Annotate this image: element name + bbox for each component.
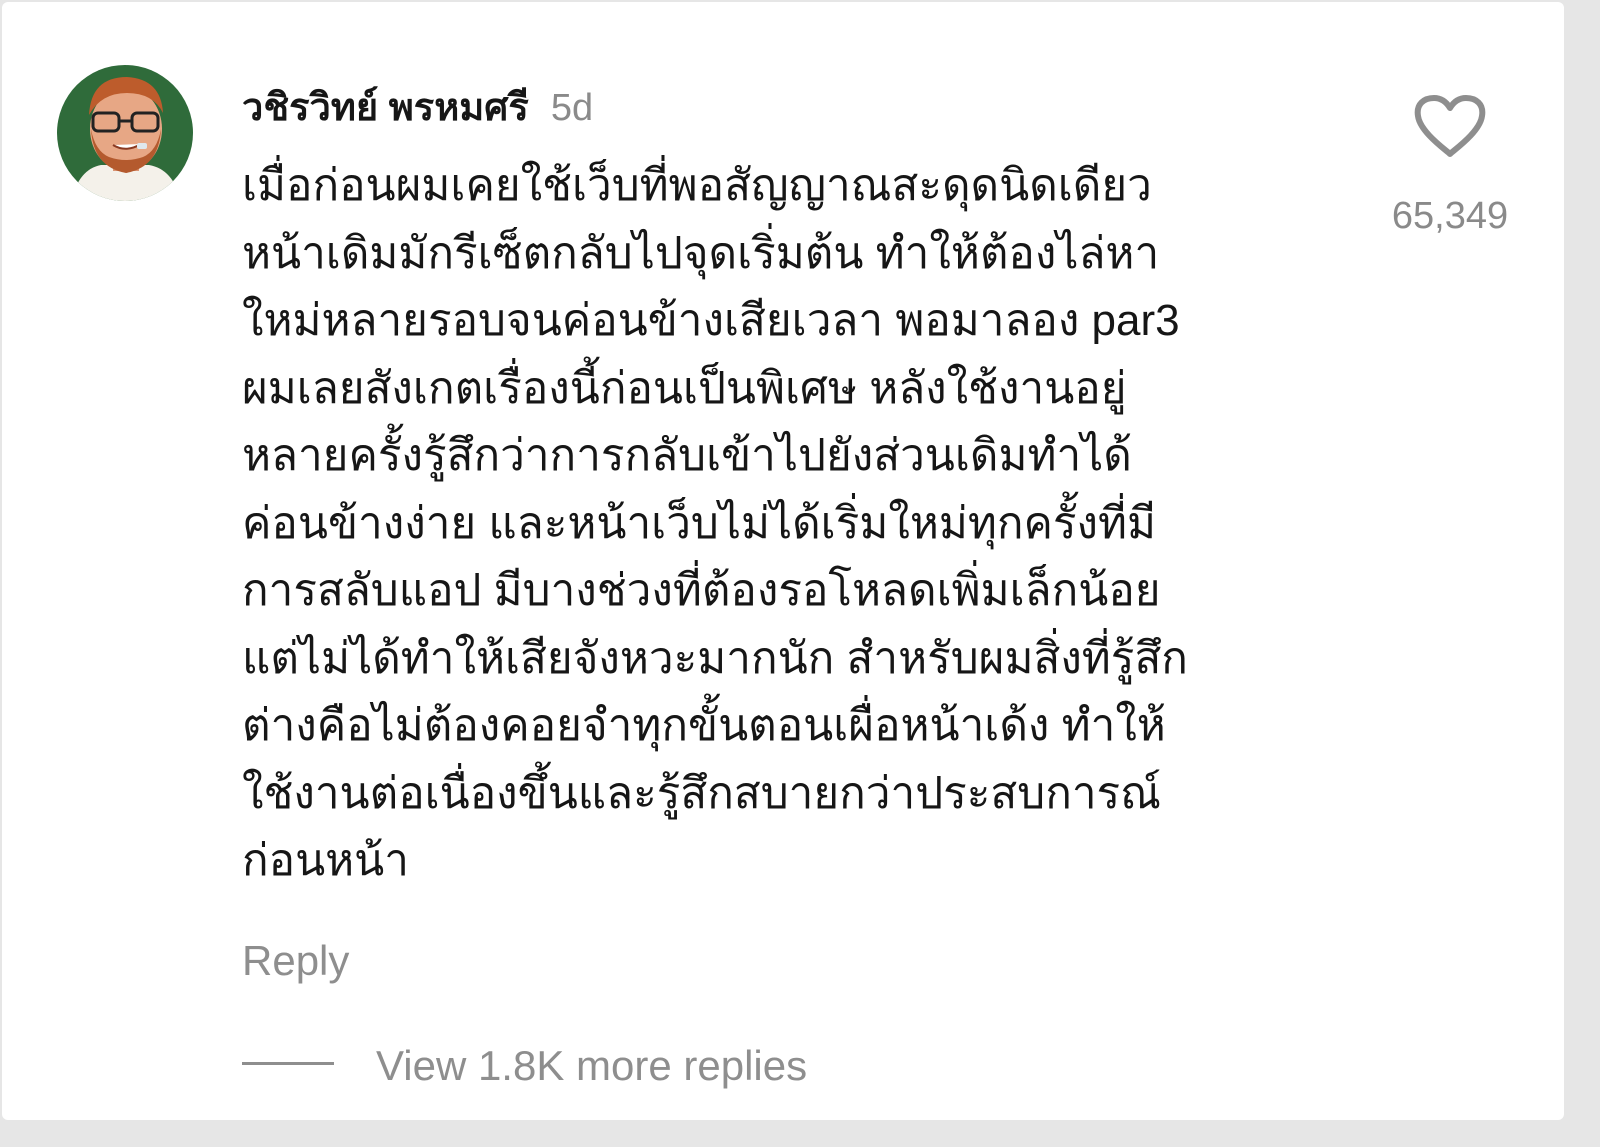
comment-line: หลายครั้งรู้สึกว่าการกลับเข้าไปยังส่วนเด…: [242, 431, 1132, 480]
comment-line: แต่ไม่ได้ทำให้เสียจังหวะมากนัก สำหรับผมส…: [242, 633, 1188, 683]
heart-outline-icon: [1414, 95, 1486, 157]
view-more-replies-button[interactable]: View 1.8K more replies: [376, 1042, 807, 1090]
comment-card: วชิรวิทย์ พรหมศรี 5d เมื่อก่อนผมเคยใช้เว…: [2, 2, 1564, 1120]
comment-line: ใหม่หลายรอบจนค่อนข้างเสียเวลา พอมาลอง pa…: [242, 296, 1180, 345]
reply-button[interactable]: Reply: [242, 937, 349, 985]
comment-line: ต่างคือไม่ต้องคอยจำทุกขั้นตอนเผื่อหน้าเด…: [242, 701, 1166, 750]
comment-text: เมื่อก่อนผมเคยใช้เว็บที่พอสัญญาณสะดุดนิด…: [242, 152, 1342, 895]
timestamp: 5d: [550, 87, 594, 129]
avatar-image: [57, 65, 193, 201]
comment-header: วชิรวิทย์ พรหมศรี 5d: [242, 76, 593, 129]
username[interactable]: วชิรวิทย์ พรหมศรี: [242, 76, 529, 137]
comment-line: เมื่อก่อนผมเคยใช้เว็บที่พอสัญญาณสะดุดนิด…: [242, 161, 1152, 210]
comment-line: ใช้งานต่อเนื่องขึ้นและรู้สึกสบายกว่าประส…: [242, 768, 1161, 818]
like-count: 65,349: [1391, 195, 1509, 237]
avatar[interactable]: [57, 65, 193, 201]
comment-line: หน้าเดิมมักรีเซ็ตกลับไปจุดเริ่มต้น ทำให้…: [242, 228, 1160, 278]
comment-line: ก่อนหน้า: [242, 836, 409, 885]
comment-line: การสลับแอป มีบางช่วงที่ต้องรอโหลดเพิ่มเล…: [242, 566, 1161, 615]
like-button[interactable]: [1412, 94, 1488, 160]
comment-line: ค่อนข้างง่าย และหน้าเว็บไม่ได้เริ่มใหม่ท…: [242, 498, 1157, 548]
replies-divider: [242, 1062, 334, 1065]
comment-line: ผมเลยสังเกตเรื่องนี้ก่อนเป็นพิเศษ หลังใช…: [242, 363, 1127, 413]
